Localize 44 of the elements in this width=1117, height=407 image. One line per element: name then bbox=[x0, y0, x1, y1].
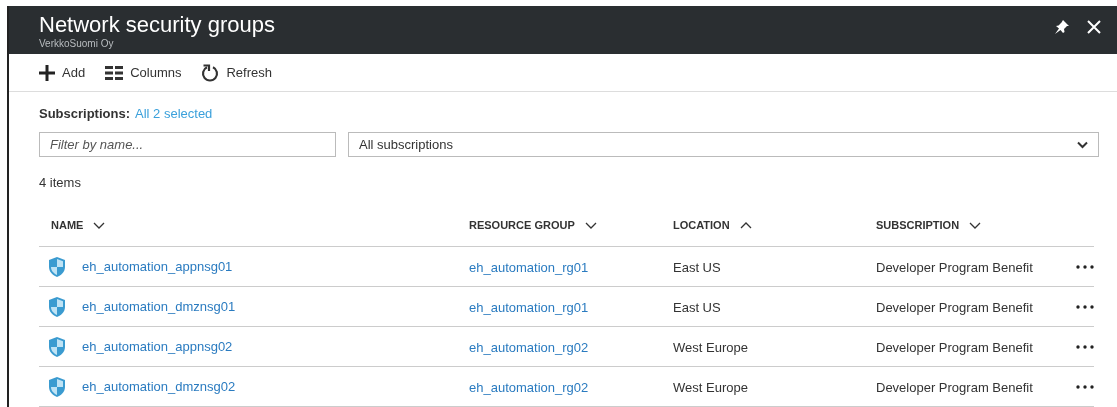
filter-field[interactable]: Filter by name... bbox=[39, 132, 336, 157]
location-cell: West Europe bbox=[673, 379, 748, 395]
resource-group-link[interactable]: eh_automation_rg01 bbox=[469, 299, 589, 315]
subscription-dropdown[interactable]: All subscriptions bbox=[348, 132, 1099, 157]
columns-button[interactable]: Columns bbox=[105, 62, 182, 83]
columns-icon bbox=[105, 65, 124, 80]
name-link[interactable]: eh_automation_dmznsg02 bbox=[82, 376, 236, 397]
location-cell: East US bbox=[673, 299, 721, 315]
subscription-cell: Developer Program Benefit bbox=[876, 259, 1033, 275]
column-header[interactable]: RESOURCE GROUP bbox=[469, 217, 673, 234]
close-icon[interactable] bbox=[1087, 20, 1101, 34]
column-header[interactable]: NAME bbox=[51, 217, 469, 234]
location-cell: East US bbox=[673, 259, 721, 275]
shield-icon bbox=[49, 256, 65, 277]
name-link[interactable]: eh_automation_appnsg02 bbox=[82, 336, 233, 357]
shield-icon bbox=[49, 376, 65, 397]
more-icon[interactable] bbox=[1076, 263, 1094, 270]
item-count: 4 items bbox=[39, 175, 82, 191]
name-link[interactable]: eh_automation_dmznsg01 bbox=[82, 296, 236, 317]
blade-subtitle: VerkkoSuomi Oy bbox=[39, 38, 115, 50]
subscription-cell: Developer Program Benefit bbox=[876, 299, 1033, 315]
subscription-cell: Developer Program Benefit bbox=[876, 339, 1033, 355]
column-header[interactable]: SUBSCRIPTION bbox=[876, 217, 1066, 234]
location-cell: West Europe bbox=[673, 339, 748, 355]
subscriptions-label: Subscriptions: bbox=[39, 105, 130, 124]
pin-icon[interactable] bbox=[1055, 20, 1069, 34]
column-header[interactable]: LOCATION bbox=[673, 217, 876, 234]
refresh-icon bbox=[201, 63, 220, 82]
plus-icon bbox=[39, 64, 55, 81]
subscriptions-link[interactable]: All 2 selected bbox=[135, 104, 213, 124]
name-link[interactable]: eh_automation_appnsg01 bbox=[82, 256, 233, 277]
resource-group-link[interactable]: eh_automation_rg02 bbox=[469, 379, 589, 395]
shield-icon bbox=[49, 296, 65, 317]
resource-group-link[interactable]: eh_automation_rg01 bbox=[469, 259, 589, 275]
more-icon[interactable] bbox=[1076, 383, 1094, 390]
resource-group-link[interactable]: eh_automation_rg02 bbox=[469, 339, 589, 355]
add-button[interactable]: Add bbox=[39, 62, 86, 83]
more-icon[interactable] bbox=[1076, 343, 1094, 350]
chevron-down-icon bbox=[1077, 140, 1088, 149]
shield-icon bbox=[49, 336, 65, 357]
more-icon[interactable] bbox=[1076, 303, 1094, 310]
subscription-cell: Developer Program Benefit bbox=[876, 379, 1033, 395]
refresh-button[interactable]: Refresh bbox=[201, 62, 272, 83]
blade-title: Network security groups bbox=[39, 12, 275, 38]
